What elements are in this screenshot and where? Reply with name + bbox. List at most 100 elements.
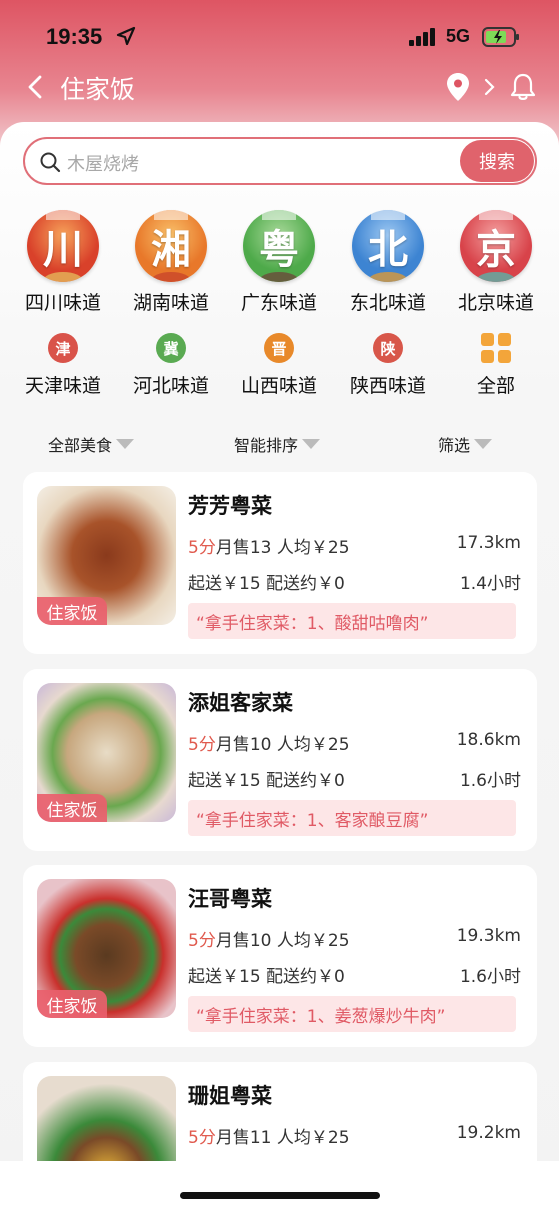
bottom-safe-area xyxy=(0,1161,559,1211)
category-label: 东北味道 xyxy=(349,292,426,314)
monthly-sales: 月售10 xyxy=(215,735,272,755)
search-bar[interactable]: 木屋烧烤 搜索 xyxy=(23,137,537,185)
category-label: 四川味道 xyxy=(24,292,101,314)
category-label: 山西味道 xyxy=(240,375,317,397)
restaurant-card[interactable]: 住家饭 汪哥粤菜 5分月售10 人均￥25 19.3km 起送￥15 配送约￥0 1.6小… xyxy=(23,865,537,1047)
category-item[interactable]: 晋山西味道 xyxy=(229,333,329,398)
restaurant-card[interactable]: 住家饭 添姐客家菜 5分月售10 人均￥25 18.6km 起送￥15 配送约￥0 1.6… xyxy=(23,669,537,851)
filter-sort-label: 智能排序 xyxy=(234,436,299,455)
restaurant-score: 5分 xyxy=(188,538,216,558)
restaurant-stats: 5分月售10 人均￥25 xyxy=(188,730,350,755)
delivery-fee: 配送约￥0 xyxy=(266,967,345,987)
restaurant-stats: 5分月售10 人均￥25 xyxy=(188,926,350,951)
cuisine-badge-icon: 冀 xyxy=(156,333,186,363)
page-title: 住家饭 xyxy=(60,75,136,104)
status-bar: 19:35 5G xyxy=(0,0,559,70)
cuisine-badge-icon: 晋 xyxy=(264,333,294,363)
chevron-left-icon[interactable] xyxy=(24,74,46,100)
cuisine-badge-char: 京 xyxy=(476,226,516,273)
delivery-time: 1.6小时 xyxy=(459,771,521,791)
cuisine-badge-char: 湘 xyxy=(151,226,191,273)
category-item[interactable]: 川四川味道 xyxy=(13,210,113,315)
delivery-time: 1.4小时 xyxy=(459,574,521,594)
category-label: 河北味道 xyxy=(132,375,209,397)
filter-options-label: 筛选 xyxy=(438,436,471,455)
category-item[interactable]: 湘湖南味道 xyxy=(121,210,221,315)
cuisine-badge-icon: 陕 xyxy=(373,333,403,363)
restaurant-card[interactable]: 住家饭 芳芳粤菜 5分月售13 人均￥25 17.3km 起送￥15 配送约￥0 1.4小… xyxy=(23,472,537,654)
delivery-fee: 配送约￥0 xyxy=(266,574,345,594)
signature-dish-banner[interactable]: “拿手住家菜：1、酸甜咕噜肉” xyxy=(188,603,516,639)
cuisine-badge-icon: 川 xyxy=(27,210,99,282)
category-all[interactable]: 全部 xyxy=(446,333,546,398)
restaurant-photo[interactable]: 住家饭 xyxy=(37,879,176,1018)
category-item[interactable]: 京北京味道 xyxy=(446,210,546,315)
average-price: 人均￥25 xyxy=(276,931,350,951)
category-item[interactable]: 津天津味道 xyxy=(13,333,113,398)
triangle-down-icon xyxy=(302,439,321,449)
chevron-right-icon[interactable] xyxy=(482,78,496,96)
category-label: 湖南味道 xyxy=(132,292,209,314)
monthly-sales: 月售13 xyxy=(215,538,272,558)
navigation-bar: 住家饭 xyxy=(0,62,559,112)
grid-icon xyxy=(481,333,511,363)
filter-options[interactable]: 筛选 xyxy=(438,432,493,456)
minimum-order: 起送￥15 xyxy=(188,574,261,594)
cuisine-badge-char: 川 xyxy=(43,226,83,273)
restaurant-score: 5分 xyxy=(188,1128,216,1148)
category-item[interactable]: 北东北味道 xyxy=(338,210,438,315)
location-arrow-icon xyxy=(116,26,136,46)
battery-icon xyxy=(482,27,519,47)
restaurant-score: 5分 xyxy=(188,735,216,755)
delivery-info: 起送￥15 配送约￥0 xyxy=(188,569,345,594)
cuisine-badge-char: 津 xyxy=(55,339,71,358)
home-cooking-tag: 住家饭 xyxy=(37,990,107,1018)
restaurant-score: 5分 xyxy=(188,931,216,951)
filter-bar: 全部美食 智能排序 筛选 xyxy=(0,428,559,458)
delivery-info: 起送￥15 配送约￥0 xyxy=(188,962,345,987)
cuisine-badge-icon: 津 xyxy=(48,333,78,363)
monthly-sales: 月售10 xyxy=(215,931,272,951)
restaurant-name[interactable]: 芳芳粤菜 xyxy=(188,490,272,520)
filter-sort[interactable]: 智能排序 xyxy=(234,432,321,456)
restaurant-name[interactable]: 珊姐粤菜 xyxy=(188,1080,272,1110)
cuisine-badge-icon: 湘 xyxy=(135,210,207,282)
search-input[interactable]: 木屋烧烤 xyxy=(67,150,139,176)
category-item[interactable]: 陕陕西味道 xyxy=(338,333,438,398)
delivery-info: 起送￥15 配送约￥0 xyxy=(188,766,345,791)
signature-dish-banner[interactable]: “拿手住家菜：1、姜葱爆炒牛肉” xyxy=(188,996,516,1032)
home-indicator[interactable] xyxy=(180,1192,380,1199)
restaurant-distance: 19.3km xyxy=(456,926,521,946)
cuisine-badge-char: 粤 xyxy=(259,226,299,273)
average-price: 人均￥25 xyxy=(276,1128,350,1148)
signature-dish-banner[interactable]: “拿手住家菜：1、客家酿豆腐” xyxy=(188,800,516,836)
status-time: 19:35 xyxy=(46,24,103,49)
average-price: 人均￥25 xyxy=(276,735,350,755)
search-icon xyxy=(40,152,61,173)
category-item[interactable]: 粤广东味道 xyxy=(229,210,329,315)
restaurant-name[interactable]: 添姐客家菜 xyxy=(188,687,293,717)
restaurant-name[interactable]: 汪哥粤菜 xyxy=(188,883,272,913)
bell-icon[interactable] xyxy=(509,72,537,102)
location-pin-icon[interactable] xyxy=(446,72,470,102)
cuisine-badge-char: 陕 xyxy=(380,339,396,358)
search-button[interactable]: 搜索 xyxy=(460,140,534,182)
triangle-down-icon xyxy=(116,439,135,449)
delivery-fee: 配送约￥0 xyxy=(266,771,345,791)
restaurant-distance: 19.2km xyxy=(456,1123,521,1143)
restaurant-stats: 5分月售13 人均￥25 xyxy=(188,533,350,558)
delivery-time: 1.6小时 xyxy=(459,967,521,987)
cuisine-badge-icon: 京 xyxy=(460,210,532,282)
minimum-order: 起送￥15 xyxy=(188,771,261,791)
category-label: 天津味道 xyxy=(24,375,101,397)
restaurant-distance: 17.3km xyxy=(456,533,521,553)
monthly-sales: 月售11 xyxy=(215,1128,272,1148)
restaurant-distance: 18.6km xyxy=(456,730,521,750)
restaurant-photo[interactable]: 住家饭 xyxy=(37,683,176,822)
home-cooking-tag: 住家饭 xyxy=(37,794,107,822)
category-label: 全部 xyxy=(476,375,515,397)
category-item[interactable]: 冀河北味道 xyxy=(121,333,221,398)
restaurant-photo[interactable]: 住家饭 xyxy=(37,486,176,625)
signal-icon xyxy=(409,28,435,46)
filter-category[interactable]: 全部美食 xyxy=(48,432,135,456)
